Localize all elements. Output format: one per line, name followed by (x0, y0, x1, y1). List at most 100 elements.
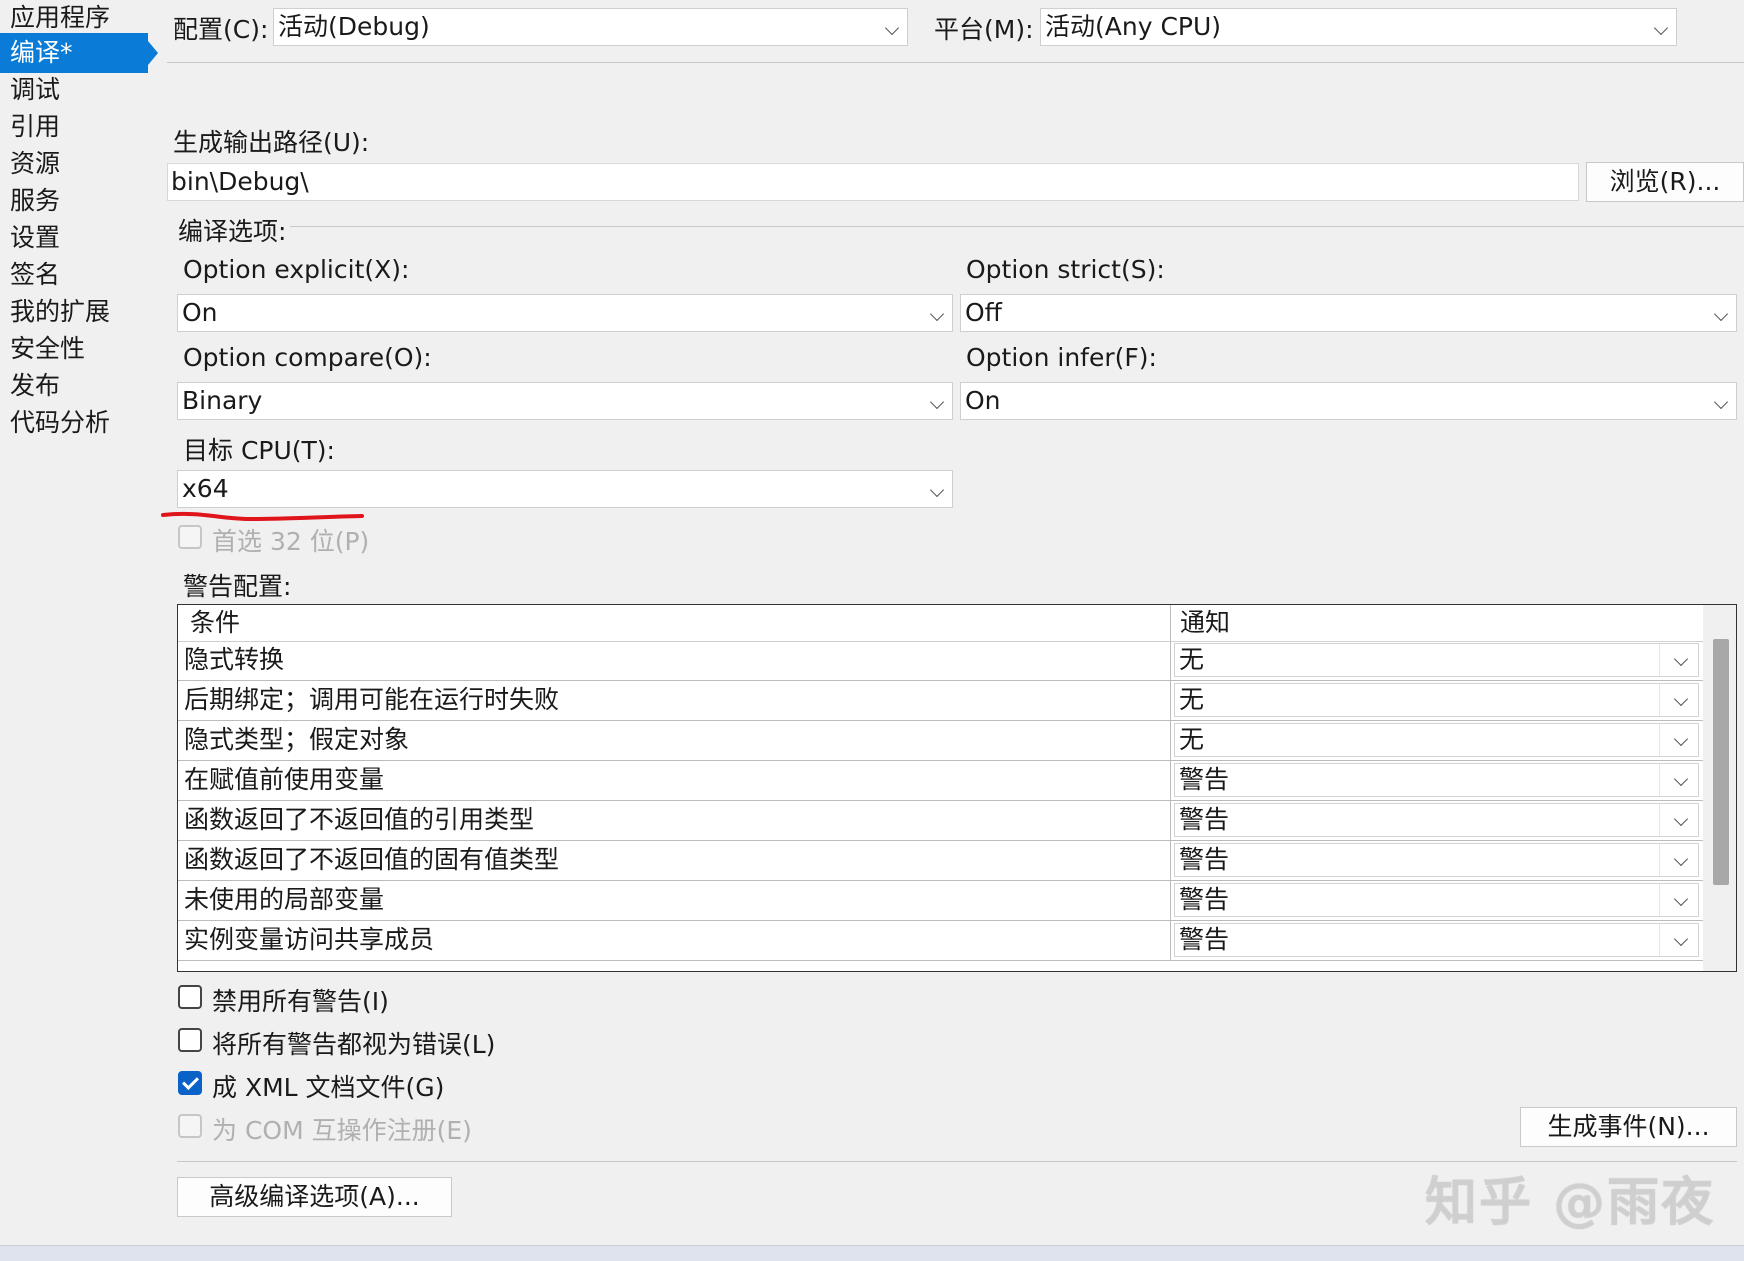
dropdown-separator (1659, 724, 1660, 756)
watermark: 知乎 @雨夜 (1425, 1173, 1716, 1233)
notify-value: 无 (1179, 645, 1205, 674)
condition-cell: 在赋值前使用变量 (184, 765, 385, 794)
notify-dropdown[interactable]: 警告 (1174, 763, 1699, 797)
vertical-scrollbar[interactable] (1703, 605, 1736, 971)
table-row[interactable]: 后期绑定；调用可能在运行时失败 无 (178, 681, 1703, 721)
option-infer-label: Option infer(F): (966, 343, 1157, 372)
advanced-compile-options-button[interactable]: 高级编译选项(A)... (177, 1177, 452, 1217)
notify-dropdown[interactable]: 警告 (1174, 803, 1699, 837)
column-divider (1170, 841, 1171, 880)
chevron-down-icon (1653, 20, 1669, 36)
sidebar-item-signing[interactable]: 签名 (0, 255, 148, 295)
sidebar-item-compile[interactable]: 编译* (0, 33, 158, 73)
dropdown-separator (1659, 804, 1660, 836)
option-strict-label: Option strict(S): (966, 255, 1165, 284)
xml-doc-checkbox[interactable] (178, 1071, 202, 1095)
sidebar-item-debug[interactable]: 调试 (0, 70, 148, 110)
table-row[interactable]: 隐式类型；假定对象 无 (178, 721, 1703, 761)
table-row[interactable]: 实例变量访问共享成员 警告 (178, 921, 1703, 961)
column-header-condition[interactable]: 条件 (190, 605, 240, 641)
option-explicit-label: Option explicit(X): (183, 255, 410, 284)
table-row[interactable]: 隐式转换 无 (178, 641, 1703, 681)
browse-button[interactable]: 浏览(R)... (1586, 162, 1744, 202)
option-compare-dropdown[interactable]: Binary (177, 382, 953, 420)
sidebar-item-security[interactable]: 安全性 (0, 329, 148, 369)
notify-value: 警告 (1179, 805, 1230, 834)
column-divider (1170, 721, 1171, 760)
chevron-down-icon (1673, 891, 1689, 907)
sidebar-item-settings[interactable]: 设置 (0, 218, 148, 258)
divider (167, 62, 1744, 63)
chevron-down-icon (1673, 811, 1689, 827)
column-header-notify[interactable]: 通知 (1180, 605, 1230, 641)
option-strict-dropdown[interactable]: Off (960, 294, 1737, 332)
chevron-down-icon (929, 306, 945, 322)
column-divider (1170, 921, 1171, 960)
selection-arrow-icon (148, 41, 158, 65)
sidebar-item-compile-label: 编译* (10, 38, 73, 67)
scrollbar-thumb[interactable] (1713, 639, 1729, 885)
chevron-down-icon (1673, 731, 1689, 747)
chevron-down-icon (1713, 306, 1729, 322)
condition-cell: 函数返回了不返回值的固有值类型 (184, 845, 560, 874)
dropdown-separator (1659, 684, 1660, 716)
sidebar-item-services[interactable]: 服务 (0, 181, 148, 221)
chevron-down-icon (1673, 851, 1689, 867)
option-compare-value: Binary (182, 386, 263, 415)
config-dropdown[interactable]: 活动(Debug) (273, 8, 908, 46)
disable-all-warnings-label: 禁用所有警告(I) (212, 987, 389, 1016)
condition-cell: 函数返回了不返回值的引用类型 (184, 805, 535, 834)
option-infer-value: On (965, 386, 1001, 415)
prefer-32bit-checkbox[interactable] (178, 525, 202, 549)
notify-dropdown[interactable]: 警告 (1174, 883, 1699, 917)
disable-all-warnings-checkbox[interactable] (178, 985, 202, 1009)
target-cpu-dropdown[interactable]: x64 (177, 470, 953, 508)
column-divider (1170, 641, 1171, 680)
notify-value: 无 (1179, 725, 1205, 754)
group-divider (290, 226, 1744, 227)
notify-dropdown[interactable]: 无 (1174, 723, 1699, 757)
notify-dropdown[interactable]: 无 (1174, 643, 1699, 677)
condition-cell: 后期绑定；调用可能在运行时失败 (184, 685, 560, 714)
sidebar-item-publish[interactable]: 发布 (0, 366, 148, 406)
column-divider (1170, 761, 1171, 800)
condition-cell: 隐式类型；假定对象 (184, 725, 410, 754)
sidebar-item-references[interactable]: 引用 (0, 107, 148, 147)
table-row[interactable]: 函数返回了不返回值的引用类型 警告 (178, 801, 1703, 841)
target-cpu-value: x64 (182, 474, 229, 503)
dropdown-separator (1659, 844, 1660, 876)
table-row[interactable]: 在赋值前使用变量 警告 (178, 761, 1703, 801)
table-row[interactable]: 未使用的局部变量 警告 (178, 881, 1703, 921)
xml-doc-label: 成 XML 文档文件(G) (212, 1073, 445, 1102)
option-infer-dropdown[interactable]: On (960, 382, 1737, 420)
notify-dropdown[interactable]: 警告 (1174, 923, 1699, 957)
sidebar-item-code-analysis[interactable]: 代码分析 (0, 403, 148, 443)
chevron-down-icon (929, 394, 945, 410)
option-strict-value: Off (965, 298, 1002, 327)
chevron-down-icon (1713, 394, 1729, 410)
sidebar-item-resources[interactable]: 资源 (0, 144, 148, 184)
dropdown-separator (1659, 884, 1660, 916)
warnings-label: 警告配置: (183, 572, 292, 601)
column-divider (1170, 605, 1171, 641)
warnings-grid: 条件 通知 隐式转换无后期绑定；调用可能在运行时失败无隐式类型；假定对象无在赋值… (177, 604, 1737, 972)
sidebar-item-my-extensions[interactable]: 我的扩展 (0, 292, 148, 332)
output-path-input[interactable]: bin\Debug\ (167, 163, 1579, 201)
column-divider (1170, 681, 1171, 720)
platform-dropdown[interactable]: 活动(Any CPU) (1040, 8, 1677, 46)
table-row[interactable]: 函数返回了不返回值的固有值类型 警告 (178, 841, 1703, 881)
build-events-button[interactable]: 生成事件(N)... (1520, 1107, 1737, 1147)
condition-cell: 隐式转换 (184, 645, 285, 674)
dropdown-separator (1659, 924, 1660, 956)
com-interop-checkbox[interactable] (178, 1114, 202, 1138)
notify-value: 警告 (1179, 845, 1230, 874)
condition-cell: 实例变量访问共享成员 (184, 925, 435, 954)
option-explicit-dropdown[interactable]: On (177, 294, 953, 332)
output-path-label: 生成输出路径(U): (173, 128, 370, 157)
condition-cell: 未使用的局部变量 (184, 885, 385, 914)
notify-dropdown[interactable]: 警告 (1174, 843, 1699, 877)
notify-dropdown[interactable]: 无 (1174, 683, 1699, 717)
treat-warnings-as-errors-checkbox[interactable] (178, 1028, 202, 1052)
chevron-down-icon (884, 20, 900, 36)
notify-value: 警告 (1179, 885, 1230, 914)
